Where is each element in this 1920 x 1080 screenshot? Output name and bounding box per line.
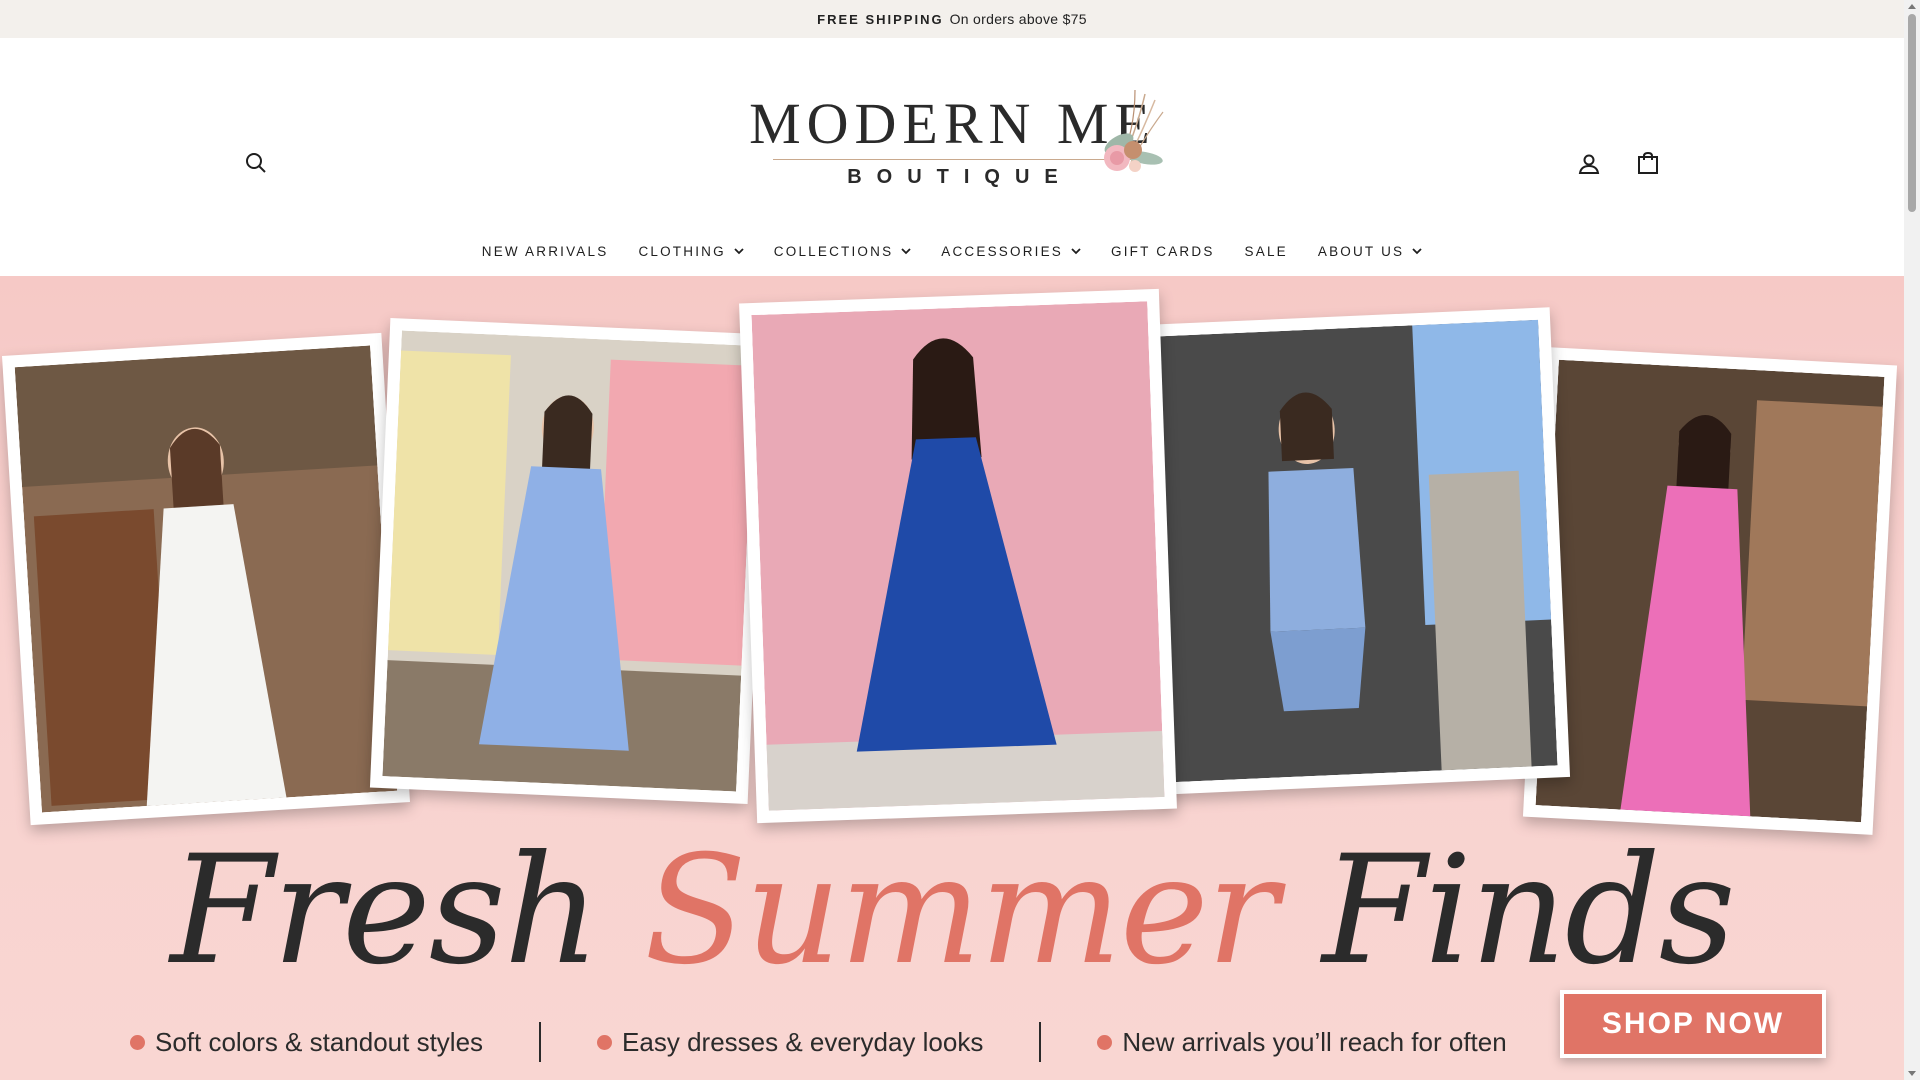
account-button[interactable] [1569,144,1609,184]
nav-clothing[interactable]: CLOTHING [623,244,758,259]
hero-banner[interactable]: Fresh Summer Finds Soft colors & standou… [0,276,1904,1080]
photo-scene [751,301,1165,811]
headline-part-1: Fresh [170,824,600,998]
headline-accent: Summer [644,824,1278,998]
bullet-item: Soft colors & standout styles [130,1027,483,1058]
floral-logo-icon [1104,89,1164,172]
bullet-divider [539,1022,542,1062]
chevron-down-icon [734,247,744,255]
photo-scene [382,330,756,792]
nav-new-arrivals[interactable]: NEW ARRIVALS [467,244,624,259]
shop-now-button[interactable]: SHOP NOW [1560,990,1826,1058]
hero-headline: Fresh Summer Finds [0,836,1904,986]
bullet-text: New arrivals you’ll reach for often [1122,1026,1507,1057]
bullet-text: Soft colors & standout styles [155,1026,484,1057]
nav-label: CLOTHING [638,243,726,259]
scroll-thumb[interactable] [1908,14,1916,212]
announcement-strong: FREE SHIPPING [817,11,944,27]
hero-photo-pink-dress [1522,347,1898,835]
model-illustration [1152,319,1558,783]
nav-about-us[interactable]: ABOUT US [1303,244,1437,259]
bullet-item: New arrivals you’ll reach for often [1097,1026,1507,1058]
nav-label: COLLECTIONS [773,243,894,259]
shopping-bag-icon [1638,151,1658,174]
page: FREE SHIPPING On orders above $75 MODERN… [0,0,1920,1080]
nav-sale[interactable]: SALE [1230,244,1303,259]
photo-scene [1535,359,1885,823]
main-nav: NEW ARRIVALS CLOTHING COLLECTIONS ACCESS… [0,234,1904,268]
hero-bullets: Soft colors & standout styles Easy dress… [130,1020,1507,1064]
chevron-down-icon [1412,247,1422,255]
nav-label: ACCESSORIES [941,243,1064,259]
scroll-up-icon[interactable] [1908,4,1916,9]
announcement-bar: FREE SHIPPING On orders above $75 [0,0,1904,38]
search-button[interactable] [236,143,276,183]
nav-label: GIFT CARDS [1111,243,1215,259]
model-illustration [751,301,1165,811]
model-illustration [1535,359,1885,823]
page-scrollbar[interactable] [1904,0,1920,1080]
nav-accessories[interactable]: ACCESSORIES [926,244,1096,259]
store-logo[interactable]: MODERN ME BOUTIQUE [730,68,1175,216]
scroll-down-icon[interactable] [1908,1071,1916,1076]
nav-collections[interactable]: COLLECTIONS [759,244,926,259]
nav-label: ABOUT US [1317,243,1405,259]
hero-photo-blue-dress [369,317,769,805]
hero-photo-navy-dress [739,288,1177,824]
cart-button[interactable] [1628,143,1668,183]
photo-scene [1152,319,1558,783]
bullet-dot-icon [130,1034,145,1050]
nav-label: SALE [1244,243,1288,259]
model-illustration [14,345,398,813]
nav-label: NEW ARRIVALS [481,243,609,259]
nav-gift-cards[interactable]: GIFT CARDS [1096,244,1230,259]
bullet-item: Easy dresses & everyday looks [597,1027,983,1058]
hero-photo-white-dress [2,332,410,826]
chevron-down-icon [901,247,911,255]
site-header: MODERN ME BOUTIQUE NEW ARRIVALS CLOTHING [0,38,1904,276]
chevron-down-icon [1071,247,1081,255]
account-icon [1578,154,1600,174]
photo-scene [14,345,398,813]
model-illustration [382,330,756,792]
hero-photo-denim-set [1139,307,1571,795]
logo-divider [772,159,1133,160]
announcement-text: On orders above $75 [949,11,1087,27]
search-icon [246,153,266,173]
bullet-dot-icon [1097,1034,1113,1050]
headline-part-2: Finds [1322,824,1736,998]
bullet-divider [1039,1022,1042,1062]
bullet-dot-icon [597,1034,613,1050]
logo-subtitle: BOUTIQUE [847,166,1073,188]
bullet-text: Easy dresses & everyday looks [622,1026,984,1057]
